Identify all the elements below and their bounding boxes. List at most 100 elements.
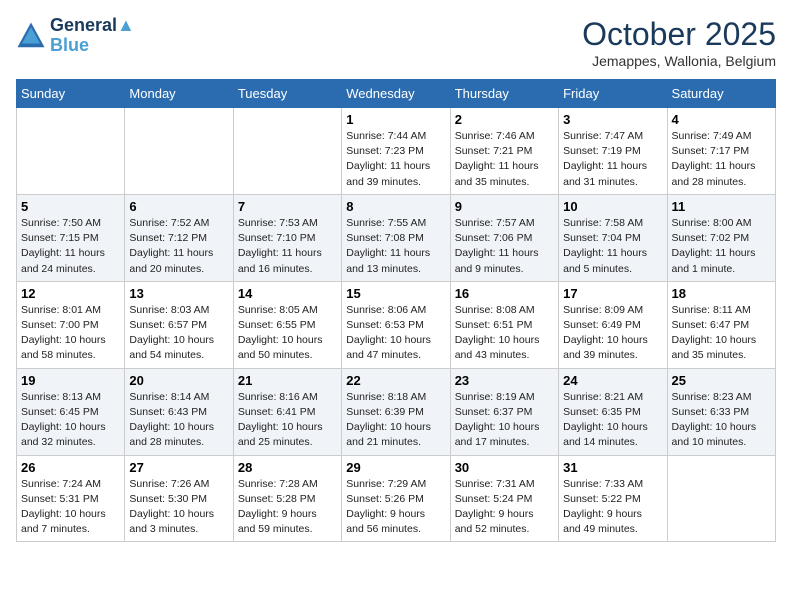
day-info: Sunrise: 7:44 AM Sunset: 7:23 PM Dayligh… [346, 129, 445, 190]
day-number: 9 [455, 199, 554, 214]
calendar-cell: 15Sunrise: 8:06 AM Sunset: 6:53 PM Dayli… [342, 281, 450, 368]
calendar-cell: 17 Sunrise: 8:09 AM Sunset: 6:49 PM Dayli… [559, 281, 667, 368]
day-number: 5 [21, 199, 120, 214]
day-number: 26 [21, 460, 120, 475]
day-number: 18 [672, 286, 771, 301]
calendar-cell: 6 Sunrise: 7:52 AM Sunset: 7:12 PM Daylig… [125, 194, 233, 281]
day-info: Sunrise: 8:11 AM Sunset: 6:47 PM Dayligh… [672, 303, 771, 364]
calendar-cell: 20 Sunrise: 8:14 AM Sunset: 6:43 PM Dayli… [125, 368, 233, 455]
day-number: 17 [563, 286, 662, 301]
day-number: 31 [563, 460, 662, 475]
logo-icon [16, 21, 46, 51]
calendar-table: SundayMondayTuesdayWednesdayThursdayFrid… [16, 79, 776, 542]
day-info: Sunrise: 8:09 AM Sunset: 6:49 PM Dayligh… [563, 303, 662, 364]
day-info: Sunrise: 8:01 AM Sunset: 7:00 PM Dayligh… [21, 303, 120, 364]
calendar-cell: 25Sunrise: 8:23 AM Sunset: 6:33 PM Dayli… [667, 368, 775, 455]
calendar-week-3: 12 Sunrise: 8:01 AM Sunset: 7:00 PM Dayli… [17, 281, 776, 368]
day-number: 21 [238, 373, 337, 388]
calendar-cell: 10 Sunrise: 7:58 AM Sunset: 7:04 PM Dayli… [559, 194, 667, 281]
day-number: 13 [129, 286, 228, 301]
calendar-cell: 7Sunrise: 7:53 AM Sunset: 7:10 PM Daylig… [233, 194, 341, 281]
day-number: 30 [455, 460, 554, 475]
day-number: 19 [21, 373, 120, 388]
calendar-week-2: 5 Sunrise: 7:50 AM Sunset: 7:15 PM Daylig… [17, 194, 776, 281]
day-number: 16 [455, 286, 554, 301]
day-info: Sunrise: 8:18 AM Sunset: 6:39 PM Dayligh… [346, 390, 445, 451]
location-subtitle: Jemappes, Wallonia, Belgium [582, 53, 776, 69]
day-info: Sunrise: 8:21 AM Sunset: 6:35 PM Dayligh… [563, 390, 662, 451]
calendar-cell: 23Sunrise: 8:19 AM Sunset: 6:37 PM Dayli… [450, 368, 558, 455]
calendar-cell: 3 Sunrise: 7:47 AM Sunset: 7:19 PM Daylig… [559, 108, 667, 195]
day-info: Sunrise: 7:50 AM Sunset: 7:15 PM Dayligh… [21, 216, 120, 277]
calendar-cell: 9 Sunrise: 7:57 AM Sunset: 7:06 PM Daylig… [450, 194, 558, 281]
calendar-cell: 22 Sunrise: 8:18 AM Sunset: 6:39 PM Dayli… [342, 368, 450, 455]
header-tuesday: Tuesday [233, 80, 341, 108]
day-info: Sunrise: 7:58 AM Sunset: 7:04 PM Dayligh… [563, 216, 662, 277]
calendar-cell: 30 Sunrise: 7:31 AM Sunset: 5:24 PM Dayli… [450, 455, 558, 542]
day-info: Sunrise: 7:49 AM Sunset: 7:17 PM Dayligh… [672, 129, 771, 190]
day-info: Sunrise: 7:33 AM Sunset: 5:22 PM Dayligh… [563, 477, 662, 538]
calendar-cell [17, 108, 125, 195]
day-info: Sunrise: 8:19 AM Sunset: 6:37 PM Dayligh… [455, 390, 554, 451]
calendar-cell: 4 Sunrise: 7:49 AM Sunset: 7:17 PM Daylig… [667, 108, 775, 195]
header-friday: Friday [559, 80, 667, 108]
logo-text: General▲ Blue [50, 16, 135, 56]
header-sunday: Sunday [17, 80, 125, 108]
day-number: 22 [346, 373, 445, 388]
calendar-cell: 12 Sunrise: 8:01 AM Sunset: 7:00 PM Dayli… [17, 281, 125, 368]
day-number: 24 [563, 373, 662, 388]
day-number: 11 [672, 199, 771, 214]
calendar-cell [233, 108, 341, 195]
calendar-week-4: 19Sunrise: 8:13 AM Sunset: 6:45 PM Dayli… [17, 368, 776, 455]
page-header: General▲ Blue October 2025 Jemappes, Wal… [16, 16, 776, 69]
day-number: 6 [129, 199, 228, 214]
calendar-cell: 31 Sunrise: 7:33 AM Sunset: 5:22 PM Dayli… [559, 455, 667, 542]
calendar-week-1: 1 Sunrise: 7:44 AM Sunset: 7:23 PM Daylig… [17, 108, 776, 195]
day-info: Sunrise: 8:16 AM Sunset: 6:41 PM Dayligh… [238, 390, 337, 451]
calendar-cell: 21 Sunrise: 8:16 AM Sunset: 6:41 PM Dayli… [233, 368, 341, 455]
calendar-cell: 14 Sunrise: 8:05 AM Sunset: 6:55 PM Dayli… [233, 281, 341, 368]
day-info: Sunrise: 7:31 AM Sunset: 5:24 PM Dayligh… [455, 477, 554, 538]
day-info: Sunrise: 8:08 AM Sunset: 6:51 PM Dayligh… [455, 303, 554, 364]
day-number: 4 [672, 112, 771, 127]
month-title: October 2025 [582, 16, 776, 53]
logo: General▲ Blue [16, 16, 135, 56]
calendar-cell: 8Sunrise: 7:55 AM Sunset: 7:08 PM Daylig… [342, 194, 450, 281]
day-number: 14 [238, 286, 337, 301]
calendar-cell: 16 Sunrise: 8:08 AM Sunset: 6:51 PM Dayli… [450, 281, 558, 368]
day-info: Sunrise: 7:55 AM Sunset: 7:08 PM Dayligh… [346, 216, 445, 277]
day-number: 3 [563, 112, 662, 127]
calendar-cell [667, 455, 775, 542]
day-info: Sunrise: 7:29 AM Sunset: 5:26 PM Dayligh… [346, 477, 445, 538]
calendar-cell: 18 Sunrise: 8:11 AM Sunset: 6:47 PM Dayli… [667, 281, 775, 368]
day-number: 20 [129, 373, 228, 388]
calendar-cell [125, 108, 233, 195]
header-thursday: Thursday [450, 80, 558, 108]
day-number: 12 [21, 286, 120, 301]
day-number: 29 [346, 460, 445, 475]
calendar-week-5: 26 Sunrise: 7:24 AM Sunset: 5:31 PM Dayli… [17, 455, 776, 542]
day-info: Sunrise: 7:28 AM Sunset: 5:28 PM Dayligh… [238, 477, 337, 538]
day-number: 10 [563, 199, 662, 214]
day-info: Sunrise: 8:23 AM Sunset: 6:33 PM Dayligh… [672, 390, 771, 451]
day-number: 1 [346, 112, 445, 127]
day-info: Sunrise: 8:14 AM Sunset: 6:43 PM Dayligh… [129, 390, 228, 451]
calendar-cell: 27Sunrise: 7:26 AM Sunset: 5:30 PM Dayli… [125, 455, 233, 542]
day-info: Sunrise: 7:47 AM Sunset: 7:19 PM Dayligh… [563, 129, 662, 190]
calendar-cell: 19Sunrise: 8:13 AM Sunset: 6:45 PM Dayli… [17, 368, 125, 455]
calendar-cell: 13 Sunrise: 8:03 AM Sunset: 6:57 PM Dayli… [125, 281, 233, 368]
header-monday: Monday [125, 80, 233, 108]
day-info: Sunrise: 7:46 AM Sunset: 7:21 PM Dayligh… [455, 129, 554, 190]
calendar-header-row: SundayMondayTuesdayWednesdayThursdayFrid… [17, 80, 776, 108]
calendar-cell: 5 Sunrise: 7:50 AM Sunset: 7:15 PM Daylig… [17, 194, 125, 281]
day-info: Sunrise: 7:24 AM Sunset: 5:31 PM Dayligh… [21, 477, 120, 538]
title-block: October 2025 Jemappes, Wallonia, Belgium [582, 16, 776, 69]
day-info: Sunrise: 7:57 AM Sunset: 7:06 PM Dayligh… [455, 216, 554, 277]
header-saturday: Saturday [667, 80, 775, 108]
day-info: Sunrise: 8:05 AM Sunset: 6:55 PM Dayligh… [238, 303, 337, 364]
calendar-cell: 2Sunrise: 7:46 AM Sunset: 7:21 PM Daylig… [450, 108, 558, 195]
day-info: Sunrise: 7:53 AM Sunset: 7:10 PM Dayligh… [238, 216, 337, 277]
day-info: Sunrise: 8:03 AM Sunset: 6:57 PM Dayligh… [129, 303, 228, 364]
day-info: Sunrise: 7:52 AM Sunset: 7:12 PM Dayligh… [129, 216, 228, 277]
header-wednesday: Wednesday [342, 80, 450, 108]
